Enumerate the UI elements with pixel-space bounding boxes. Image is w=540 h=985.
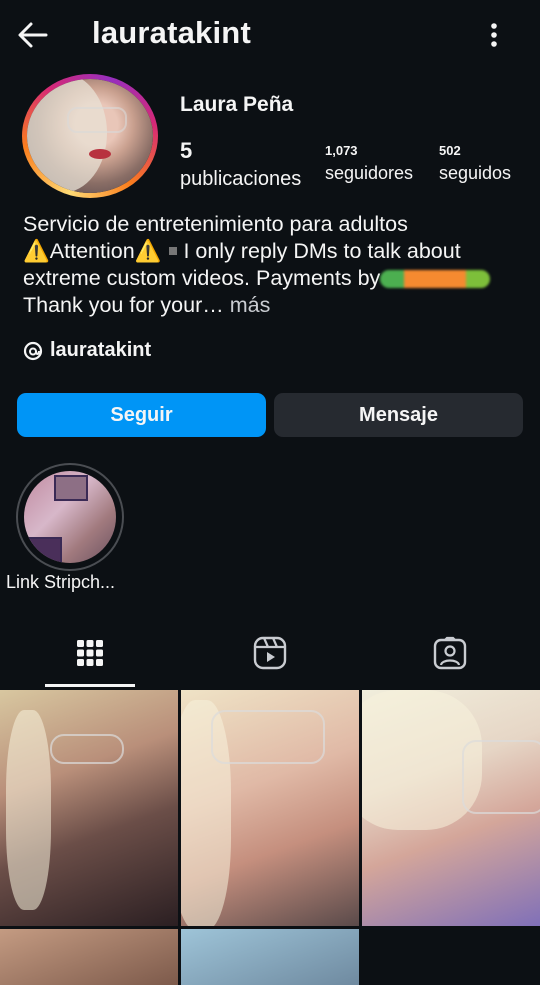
following-label: seguidos	[439, 163, 512, 183]
posts-label: publicaciones	[180, 168, 302, 190]
avatar-glasses	[67, 107, 127, 133]
bio-attention-word: Attention	[49, 239, 135, 263]
story-highlight[interactable]	[16, 463, 124, 571]
tab-posts-grid[interactable]	[0, 620, 180, 686]
post-thumbnail[interactable]	[0, 690, 178, 926]
square-emoji-icon	[169, 246, 178, 255]
avatar-image	[27, 79, 153, 193]
profile-username: lauratakint	[92, 15, 251, 50]
threads-icon	[23, 341, 43, 360]
profile-bio: Servicio de entretenimiento para adultos…	[23, 211, 528, 319]
post-thumbnail[interactable]	[181, 690, 359, 926]
profile-tabs	[0, 620, 540, 690]
more-options-icon[interactable]	[480, 20, 508, 50]
avatar-lips	[89, 149, 111, 159]
highlight-sticker	[54, 475, 88, 501]
threads-handle: lauratakint	[50, 339, 152, 361]
bio-line-3-text: extreme custom videos. Payments by	[23, 266, 381, 290]
following-count: 502	[439, 143, 461, 158]
bio-line-3: extreme custom videos. Payments by	[23, 265, 528, 292]
post-thumbnail[interactable]	[0, 929, 178, 985]
back-arrow-icon[interactable]	[16, 18, 50, 52]
followers-label: seguidores	[325, 163, 414, 183]
bio-line-1: Servicio de entretenimiento para adultos	[23, 212, 408, 236]
highlight-sticker	[28, 537, 62, 563]
tab-reels[interactable]	[180, 620, 360, 686]
profile-avatar[interactable]	[22, 74, 158, 198]
active-tab-indicator	[45, 684, 135, 687]
reels-icon	[253, 636, 287, 670]
bio-more-link[interactable]: más	[230, 293, 271, 317]
following-stat[interactable]: 502 seguidos	[439, 143, 511, 184]
photo-glasses	[211, 710, 325, 764]
posts-grid	[0, 690, 540, 985]
threads-link[interactable]: lauratakint	[23, 339, 151, 362]
followers-count: 1,073	[325, 143, 358, 158]
message-button[interactable]: Mensaje	[274, 393, 523, 437]
tagged-person-icon	[433, 636, 467, 670]
posts-stat: 5 publicaciones	[180, 138, 301, 191]
tab-tagged[interactable]	[360, 620, 540, 686]
highlight-label: Link Stripch...	[6, 572, 116, 592]
grid-icon	[77, 640, 103, 666]
follow-button[interactable]: Seguir	[17, 393, 266, 437]
broccoli-carrot-emoji-icon	[380, 270, 491, 289]
bio-line-4: Thank you for your… más	[23, 292, 528, 319]
warning-icon: ⚠️	[134, 239, 162, 263]
photo-hair	[6, 710, 51, 910]
bio-line-2-text: I only reply DMs to talk about	[183, 239, 461, 263]
post-thumbnail[interactable]	[181, 929, 359, 985]
warning-icon: ⚠️	[23, 239, 50, 263]
avatar-hair	[27, 79, 107, 193]
top-bar: lauratakint	[0, 0, 540, 70]
posts-count: 5	[180, 138, 193, 163]
profile-full-name: Laura Peña	[180, 93, 294, 116]
bio-line-2: ⚠️Attention⚠️ I only reply DMs to talk ab…	[23, 238, 528, 265]
photo-glasses	[462, 740, 540, 814]
post-thumbnail[interactable]	[362, 690, 540, 926]
highlight-cover	[24, 471, 116, 563]
photo-glasses	[50, 734, 124, 764]
bio-line-4-text: Thank you for your…	[23, 293, 230, 317]
followers-stat[interactable]: 1,073 seguidores	[325, 143, 413, 184]
